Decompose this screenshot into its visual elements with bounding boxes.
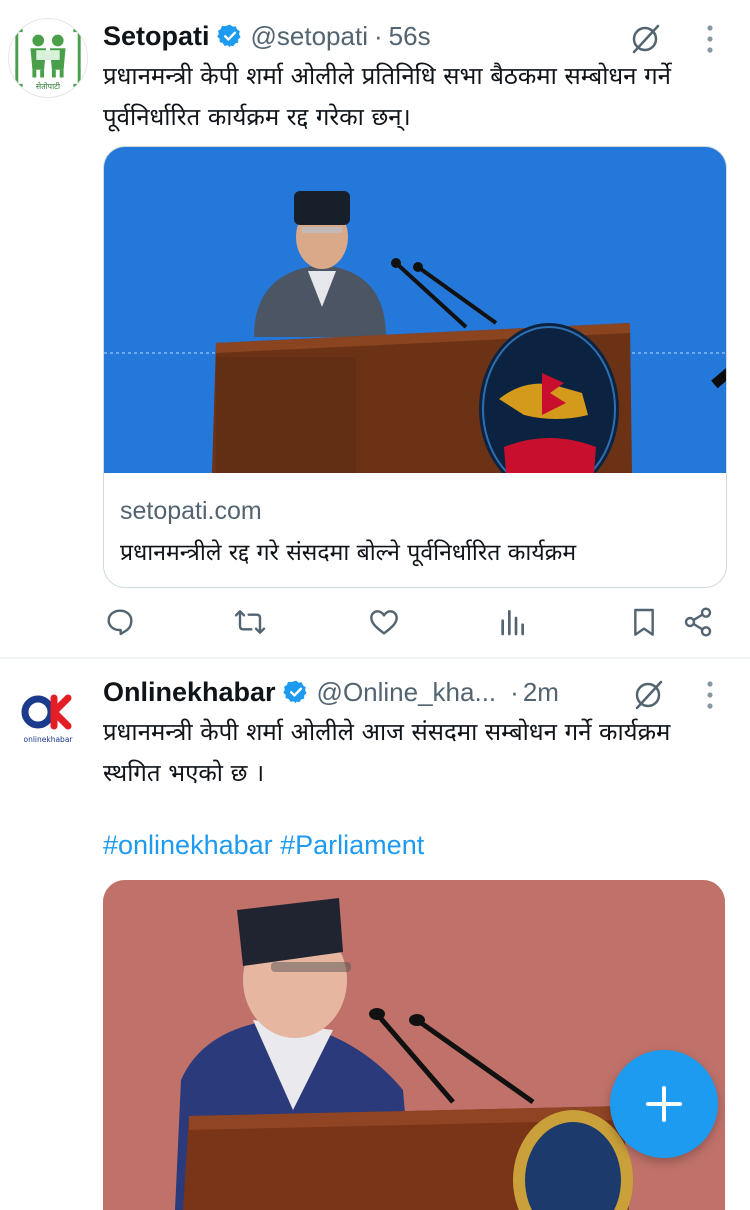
avatar-setopati[interactable]: सेतोपाटी	[8, 18, 88, 98]
separator-dot: ·	[373, 20, 383, 51]
like-icon[interactable]	[368, 606, 400, 638]
tweet-text: प्रधानमन्त्री केपी शर्मा ओलीले आज संसदमा…	[103, 718, 671, 787]
grok-icon[interactable]	[628, 22, 662, 56]
onlinekhabar-logo: onlinekhabar	[8, 676, 88, 756]
bookmark-icon[interactable]	[628, 606, 660, 638]
tweet-divider	[0, 657, 750, 659]
plus-icon	[646, 1086, 682, 1122]
media-image	[103, 880, 725, 1210]
display-name[interactable]: Setopati	[103, 21, 210, 52]
compose-button[interactable]	[610, 1050, 718, 1158]
timestamp[interactable]: 56s	[389, 21, 431, 52]
more-options-icon[interactable]	[706, 24, 714, 54]
card-title: प्रधानमन्त्रीले रद्द गरे संसदमा बोल्ने प…	[120, 540, 577, 566]
share-icon[interactable]	[682, 606, 714, 638]
verified-badge-icon	[216, 24, 241, 48]
link-card[interactable]: setopati.com प्रधानमन्त्रीले रद्द गरे सं…	[103, 146, 727, 588]
handle[interactable]: @Online_kha...	[317, 677, 497, 708]
setopati-logo: सेतोपाटी	[15, 29, 81, 91]
svg-text:सेतोपाटी: सेतोपाटी	[36, 82, 61, 91]
card-domain: setopati.com	[120, 497, 262, 525]
avatar-onlinekhabar[interactable]: onlinekhabar	[8, 676, 88, 756]
tweet-media[interactable]	[103, 880, 725, 1210]
tweet-setopati[interactable]: सेतोपाटी Setopati @setopati · 56s प्रधान…	[0, 0, 750, 658]
card-image	[104, 147, 726, 473]
hashtags[interactable]: #onlinekhabar #Parliament	[103, 830, 424, 861]
separator-dot: ·	[510, 676, 519, 707]
svg-text:onlinekhabar: onlinekhabar	[23, 735, 73, 744]
tweet-header: Onlinekhabar @Online_kha... · 2m	[103, 672, 559, 712]
grok-icon[interactable]	[631, 678, 665, 712]
reply-icon[interactable]	[104, 606, 136, 638]
retweet-icon[interactable]	[234, 606, 266, 638]
more-options-icon[interactable]	[706, 680, 714, 710]
timestamp[interactable]: 2m	[523, 677, 559, 708]
handle[interactable]: @setopati	[251, 21, 368, 52]
views-icon[interactable]	[496, 606, 528, 638]
tweet-header: Setopati @setopati · 56s	[103, 16, 431, 56]
display-name[interactable]: Onlinekhabar	[103, 677, 276, 708]
tweet-text: प्रधानमन्त्री केपी शर्मा ओलीले प्रतिनिधि…	[103, 62, 671, 131]
verified-badge-icon	[282, 680, 307, 704]
tweet-actions	[0, 600, 750, 644]
